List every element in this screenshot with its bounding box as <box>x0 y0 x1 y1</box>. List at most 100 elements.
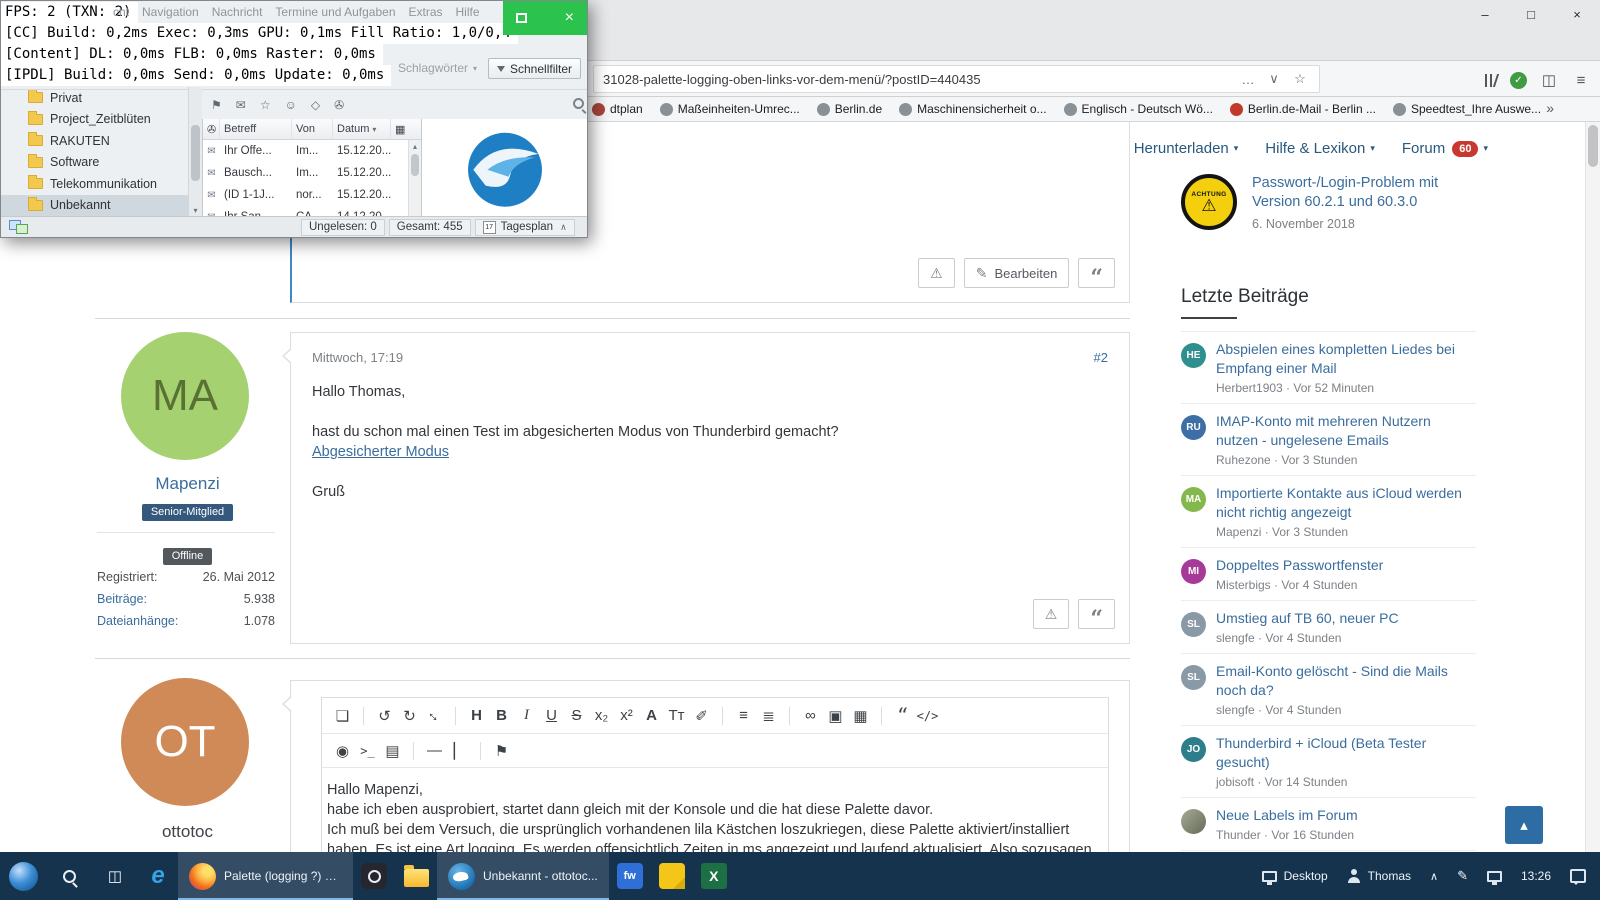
pocket-icon[interactable]: ∨ <box>1261 71 1287 87</box>
editor-icon[interactable] <box>789 707 790 725</box>
attachment-icon[interactable]: ✇ <box>334 98 344 112</box>
forum-nav-item[interactable]: Herunterladen ▾ <box>1134 140 1239 157</box>
forum-nav-item[interactable]: Hilfe & Lexikon ▾ <box>1265 140 1375 157</box>
contact-icon[interactable]: ☺ <box>285 98 297 112</box>
scroll-up-icon[interactable]: ▴ <box>409 142 421 151</box>
edit-button[interactable]: ✎Bearbeiten <box>964 258 1070 288</box>
network-tray-icon[interactable] <box>1487 871 1502 882</box>
latest-post-title[interactable]: Doppeltes Passwortfenster <box>1216 556 1383 575</box>
starred-icon[interactable]: ☆ <box>260 98 271 112</box>
search-icon[interactable] <box>573 98 584 109</box>
editor-icon[interactable] <box>413 742 414 760</box>
forum-nav-item[interactable]: Forum 60 ▾ <box>1402 140 1488 157</box>
align-icon[interactable]: ≣ <box>756 707 781 725</box>
close-button[interactable]: × <box>1554 0 1600 28</box>
folder-item[interactable]: Privat <box>1 87 188 109</box>
cursor-icon[interactable]: ▏ <box>447 742 472 760</box>
editor-icon[interactable] <box>722 707 723 725</box>
announcement-title[interactable]: Passwort-/Login-Problem mit Version 60.2… <box>1252 174 1476 212</box>
folder-item[interactable]: Project_Zeitblüten <box>1 109 188 131</box>
scrollbar-thumb[interactable] <box>1588 125 1598 167</box>
highlight-icon[interactable]: ✐ <box>689 707 714 725</box>
underline-icon[interactable]: U <box>539 707 564 724</box>
addon-check-icon[interactable]: ✓ <box>1510 72 1527 89</box>
scrollbar-thumb[interactable] <box>191 125 200 181</box>
latest-post-item[interactable]: SL Email-Konto gelöscht - Sind die Mails… <box>1181 654 1476 726</box>
tag-icon[interactable]: ◇ <box>311 98 320 112</box>
user-toolbar[interactable]: Thomas <box>1347 869 1411 883</box>
folder-item[interactable]: Unbekannt <box>1 195 188 217</box>
bookmark-item[interactable]: Maschinensicherheit o... <box>899 102 1046 116</box>
preview-icon[interactable]: ◉ <box>330 742 355 760</box>
minimize-button[interactable]: – <box>1462 0 1508 28</box>
latest-post-title[interactable]: Umstieg auf TB 60, neuer PC <box>1216 609 1399 628</box>
start-button[interactable] <box>0 852 46 900</box>
menubar-item[interactable]: cht <box>113 5 129 19</box>
report-button[interactable]: ⚠ <box>1033 599 1070 629</box>
notes-app-taskbar-button[interactable] <box>651 852 693 900</box>
menubar-item[interactable]: Navigation <box>142 5 199 19</box>
message-row[interactable]: ✉ Bausch... Im... 15.12.20... <box>203 162 421 184</box>
edge-taskbar-button[interactable]: e <box>138 852 178 900</box>
attachment-column-icon[interactable]: ✇ <box>203 119 220 139</box>
latest-post-title[interactable]: Email-Konto gelöscht - Sind die Mails no… <box>1216 662 1476 700</box>
menubar-item[interactable]: Extras <box>409 5 443 19</box>
menubar-item[interactable]: Termine und Aufgaben <box>275 5 395 19</box>
column-von[interactable]: Von <box>292 119 333 139</box>
scrollbar-thumb[interactable] <box>411 154 419 176</box>
action-center-icon[interactable] <box>1570 869 1586 883</box>
undo-icon[interactable]: ↺ <box>372 707 397 725</box>
latest-post-title[interactable]: Neue Labels im Forum <box>1216 806 1358 825</box>
message-row[interactable]: ✉ (ID 1-1J... nor... 15.12.20... <box>203 184 421 206</box>
unread-icon[interactable]: ✉ <box>236 98 246 112</box>
column-picker-icon[interactable]: ▦ <box>391 119 421 139</box>
folder-scrollbar[interactable]: ▾ <box>188 87 202 216</box>
column-datum[interactable]: Datum▾ <box>333 119 391 139</box>
column-betreff[interactable]: Betreff <box>220 119 292 139</box>
heading-icon[interactable]: H <box>464 707 489 724</box>
bookmark-item[interactable]: Berlin.de <box>817 102 882 116</box>
folder-item[interactable]: Software <box>1 152 188 174</box>
terminal-icon[interactable]: >_ <box>355 744 380 758</box>
bookmarks-overflow-icon[interactable]: » <box>1546 100 1554 116</box>
list-icon[interactable]: ≡ <box>731 707 756 724</box>
editor-avatar[interactable]: OT <box>121 678 249 806</box>
latest-post-title[interactable]: Thunderbird + iCloud (Beta Tester gesuch… <box>1216 734 1476 772</box>
hidden-icons-chevron[interactable]: ∧ <box>1430 870 1438 883</box>
font-size-icon[interactable]: Tᴛ <box>664 707 689 724</box>
latest-post-item[interactable]: JO Thunderbird + iCloud (Beta Tester ges… <box>1181 726 1476 798</box>
latest-post-title[interactable]: Abspielen eines kompletten Liedes bei Em… <box>1216 340 1476 378</box>
page-actions-icon[interactable]: … <box>1235 72 1261 87</box>
camera-app-taskbar-button[interactable] <box>353 852 395 900</box>
bookmark-item[interactable]: Maßeinheiten-Umrec... <box>660 102 800 116</box>
thunderbird-taskbar-button[interactable]: Unbekannt - ottotoc... <box>437 852 609 900</box>
list-scrollbar[interactable]: ▴ <box>408 140 421 216</box>
redo-icon[interactable]: ↻ <box>397 707 422 725</box>
book-icon[interactable]: ▤ <box>380 742 405 760</box>
post-2-avatar[interactable]: MA <box>121 332 249 460</box>
tagesplan-toggle[interactable]: 17 Tagesplan ∧ <box>475 219 575 236</box>
editor-icon[interactable] <box>363 707 364 725</box>
pen-tray-icon[interactable]: ✎ <box>1457 868 1468 884</box>
taskbar-search-button[interactable] <box>46 852 92 900</box>
image-icon[interactable]: ▣ <box>823 707 848 725</box>
latest-post-item[interactable]: MI Doppeltes Passwortfenster Misterbigs … <box>1181 548 1476 601</box>
fullscreen-icon[interactable]: ↔ <box>420 701 450 731</box>
editor-icon[interactable] <box>881 707 882 725</box>
folder-item[interactable]: RAKUTEN <box>1 130 188 152</box>
subscript-icon[interactable]: x₂ <box>589 707 614 724</box>
link-icon[interactable]: ∞ <box>798 707 823 724</box>
restore-button[interactable] <box>516 13 527 23</box>
quote-button[interactable]: “ <box>1078 258 1115 288</box>
clock[interactable]: 13:26 <box>1521 869 1551 883</box>
close-button[interactable]: × <box>565 10 574 26</box>
firefox-taskbar-button[interactable]: Palette (logging ?) ob... <box>178 852 353 900</box>
message-row[interactable]: ✉ Ihr San... CA... 14.12.20... <box>203 206 421 216</box>
latest-post-item[interactable]: SL Umstieg auf TB 60, neuer PC slengfe ·… <box>1181 601 1476 654</box>
announcement[interactable]: ACHTUNG ⚠ Passwort-/Login-Problem mit Ve… <box>1181 174 1476 236</box>
page-scrollbar[interactable] <box>1585 122 1600 852</box>
desktop-toolbar[interactable]: Desktop <box>1262 869 1328 883</box>
code-icon[interactable]: </> <box>915 709 940 723</box>
back-to-top-button[interactable]: ▴ <box>1505 806 1543 844</box>
bookmark-item[interactable]: Berlin.de-Mail - Berlin ... <box>1230 102 1376 116</box>
